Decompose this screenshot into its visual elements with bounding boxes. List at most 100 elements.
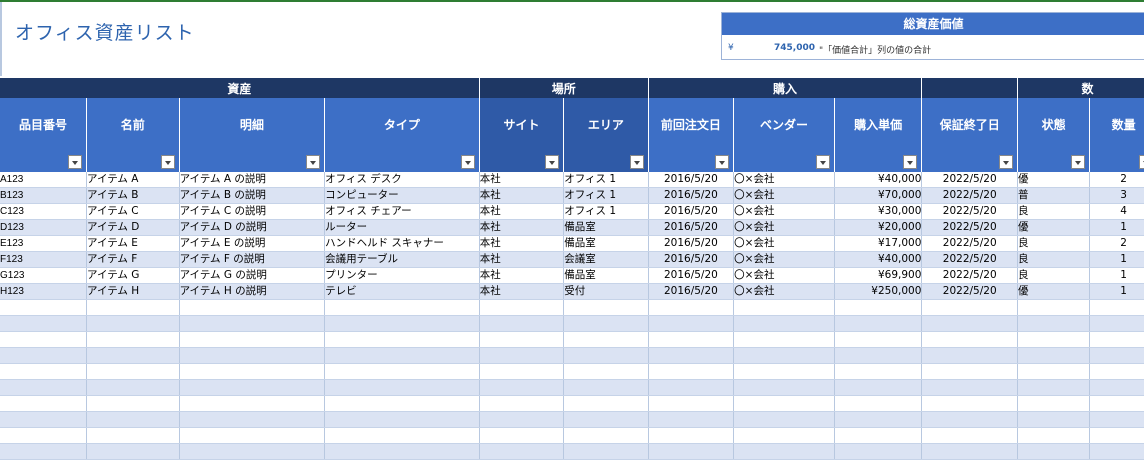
table-cell[interactable]: ¥17,000 bbox=[833, 235, 922, 252]
empty-cell[interactable] bbox=[1089, 443, 1144, 460]
table-cell[interactable]: アイテム A bbox=[85, 172, 180, 188]
table-cell[interactable]: 2016/5/20 bbox=[647, 203, 734, 220]
table-cell[interactable]: 1 bbox=[1089, 283, 1144, 300]
empty-cell[interactable] bbox=[85, 443, 180, 460]
empty-cell[interactable] bbox=[921, 411, 1018, 428]
empty-cell[interactable] bbox=[0, 427, 87, 444]
group-header-cell[interactable]: 数 bbox=[1017, 78, 1144, 98]
table-cell[interactable]: 良 bbox=[1017, 251, 1090, 268]
table-cell[interactable]: ¥250,000 bbox=[833, 283, 922, 300]
table-cell[interactable]: アイテム F bbox=[85, 251, 180, 268]
empty-cell[interactable] bbox=[733, 315, 835, 332]
filter-dropdown-icon[interactable] bbox=[1139, 155, 1144, 169]
table-cell[interactable]: 〇×会社 bbox=[733, 251, 835, 268]
table-cell[interactable]: 2016/5/20 bbox=[647, 251, 734, 268]
table-cell[interactable]: 〇×会社 bbox=[733, 172, 835, 188]
column-header[interactable]: ベンダー bbox=[733, 98, 835, 172]
empty-cell[interactable] bbox=[833, 315, 922, 332]
empty-cell[interactable] bbox=[733, 411, 835, 428]
empty-cell[interactable] bbox=[833, 379, 922, 396]
table-cell[interactable]: オフィス チェアー bbox=[324, 203, 480, 220]
table-cell[interactable]: 1 bbox=[1089, 267, 1144, 284]
filter-dropdown-icon[interactable] bbox=[160, 155, 175, 169]
empty-cell[interactable] bbox=[733, 443, 835, 460]
table-cell[interactable]: アイテム F の説明 bbox=[178, 251, 325, 268]
empty-cell[interactable] bbox=[563, 315, 649, 332]
table-cell[interactable]: アイテム E bbox=[85, 235, 180, 252]
table-cell[interactable]: 〇×会社 bbox=[733, 219, 835, 236]
empty-cell[interactable] bbox=[324, 379, 480, 396]
empty-cell[interactable] bbox=[478, 379, 564, 396]
empty-cell[interactable] bbox=[921, 315, 1018, 332]
empty-cell[interactable] bbox=[1017, 427, 1090, 444]
empty-cell[interactable] bbox=[178, 443, 325, 460]
column-header[interactable]: 明細 bbox=[178, 98, 325, 172]
empty-cell[interactable] bbox=[1089, 395, 1144, 412]
table-cell[interactable]: アイテム D の説明 bbox=[178, 219, 325, 236]
table-cell[interactable]: オフィス 1 bbox=[563, 172, 649, 188]
group-header-cell[interactable] bbox=[921, 78, 1018, 98]
empty-cell[interactable] bbox=[833, 443, 922, 460]
empty-cell[interactable] bbox=[563, 395, 649, 412]
empty-cell[interactable] bbox=[478, 395, 564, 412]
table-cell[interactable]: 本社 bbox=[478, 251, 564, 268]
table-cell[interactable]: 本社 bbox=[478, 203, 564, 220]
column-header[interactable]: 品目番号 bbox=[0, 98, 87, 172]
filter-dropdown-icon[interactable] bbox=[67, 155, 82, 169]
table-cell[interactable]: 優 bbox=[1017, 172, 1090, 188]
table-cell[interactable]: オフィス 1 bbox=[563, 203, 649, 220]
empty-cell[interactable] bbox=[647, 315, 734, 332]
empty-cell[interactable] bbox=[478, 331, 564, 348]
table-cell[interactable]: H123 bbox=[0, 283, 87, 300]
empty-cell[interactable] bbox=[647, 427, 734, 444]
table-cell[interactable]: アイテム G bbox=[85, 267, 180, 284]
table-cell[interactable]: 本社 bbox=[478, 283, 564, 300]
empty-cell[interactable] bbox=[1017, 315, 1090, 332]
table-cell[interactable]: C123 bbox=[0, 203, 87, 220]
empty-cell[interactable] bbox=[563, 363, 649, 380]
empty-cell[interactable] bbox=[647, 411, 734, 428]
empty-cell[interactable] bbox=[921, 363, 1018, 380]
empty-cell[interactable] bbox=[833, 331, 922, 348]
group-header-cell[interactable]: 場所 bbox=[478, 78, 649, 98]
empty-cell[interactable] bbox=[833, 299, 922, 316]
empty-cell[interactable] bbox=[178, 411, 325, 428]
table-cell[interactable]: 本社 bbox=[478, 187, 564, 204]
table-cell[interactable]: アイテム B の説明 bbox=[178, 187, 325, 204]
filter-dropdown-icon[interactable] bbox=[460, 155, 475, 169]
empty-cell[interactable] bbox=[178, 427, 325, 444]
empty-cell[interactable] bbox=[1017, 443, 1090, 460]
empty-cell[interactable] bbox=[1017, 347, 1090, 364]
table-cell[interactable]: 備品室 bbox=[563, 235, 649, 252]
filter-dropdown-icon[interactable] bbox=[815, 155, 830, 169]
empty-cell[interactable] bbox=[1089, 427, 1144, 444]
table-cell[interactable]: 2016/5/20 bbox=[647, 219, 734, 236]
empty-cell[interactable] bbox=[1089, 379, 1144, 396]
table-cell[interactable]: ¥40,000 bbox=[833, 251, 922, 268]
table-cell[interactable]: アイテム H bbox=[85, 283, 180, 300]
empty-cell[interactable] bbox=[921, 427, 1018, 444]
empty-cell[interactable] bbox=[85, 315, 180, 332]
table-cell[interactable]: アイテム C bbox=[85, 203, 180, 220]
table-cell[interactable]: 2022/5/20 bbox=[921, 172, 1018, 188]
empty-cell[interactable] bbox=[478, 315, 564, 332]
empty-cell[interactable] bbox=[85, 395, 180, 412]
table-cell[interactable]: 受付 bbox=[563, 283, 649, 300]
table-cell[interactable]: アイテム G の説明 bbox=[178, 267, 325, 284]
table-cell[interactable]: 2022/5/20 bbox=[921, 219, 1018, 236]
empty-cell[interactable] bbox=[0, 443, 87, 460]
filter-dropdown-icon[interactable] bbox=[629, 155, 644, 169]
empty-cell[interactable] bbox=[921, 347, 1018, 364]
table-cell[interactable]: ハンドヘルド スキャナー bbox=[324, 235, 480, 252]
table-cell[interactable]: 2022/5/20 bbox=[921, 267, 1018, 284]
empty-cell[interactable] bbox=[0, 331, 87, 348]
table-cell[interactable]: コンピューター bbox=[324, 187, 480, 204]
empty-cell[interactable] bbox=[733, 363, 835, 380]
table-cell[interactable]: 1 bbox=[1089, 219, 1144, 236]
empty-cell[interactable] bbox=[563, 347, 649, 364]
table-cell[interactable]: 本社 bbox=[478, 267, 564, 284]
table-cell[interactable]: 〇×会社 bbox=[733, 187, 835, 204]
empty-cell[interactable] bbox=[733, 331, 835, 348]
column-header[interactable]: タイプ bbox=[324, 98, 480, 172]
empty-cell[interactable] bbox=[0, 347, 87, 364]
